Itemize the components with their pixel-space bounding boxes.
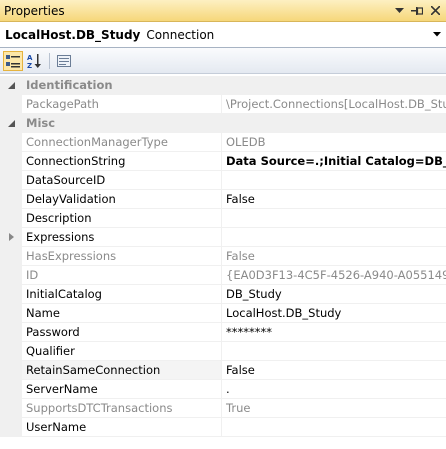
property-row-packagepath[interactable]: PackagePath \Project.Connections[LocalHo… (0, 95, 446, 114)
categorized-icon[interactable] (3, 50, 23, 71)
property-name: DelayValidation (22, 190, 222, 208)
property-row-expressions[interactable]: Expressions (0, 228, 446, 247)
property-value[interactable]: ******** (222, 323, 446, 341)
category-label: Identification (26, 78, 113, 92)
property-name: DataSourceID (22, 171, 222, 189)
property-name: SupportsDTCTransactions (22, 399, 222, 417)
category-identification[interactable]: Identification (0, 76, 446, 95)
selected-object-type: Connection (146, 27, 215, 42)
close-icon[interactable] (428, 4, 442, 18)
properties-titlebar: Properties (0, 0, 446, 22)
property-row-delayvalidation[interactable]: DelayValidation False (0, 190, 446, 209)
property-value[interactable]: \Project.Connections[LocalHost.DB_Study (222, 95, 446, 113)
property-name: ConnectionManagerType (22, 133, 222, 151)
property-value[interactable] (222, 342, 446, 360)
property-row-description[interactable]: Description (0, 209, 446, 228)
property-value[interactable] (222, 171, 446, 189)
property-value[interactable]: DB_Study (222, 285, 446, 303)
property-name: ID (22, 266, 222, 284)
property-name: HasExpressions (22, 247, 222, 265)
collapse-triangle-icon[interactable] (0, 114, 22, 132)
property-row-qualifier[interactable]: Qualifier (0, 342, 446, 361)
pin-icon[interactable] (410, 4, 424, 18)
property-row-initialcatalog[interactable]: InitialCatalog DB_Study (0, 285, 446, 304)
property-value[interactable] (222, 228, 446, 246)
property-name: ConnectionString (22, 152, 222, 170)
alphabetical-sort-icon[interactable]: A Z (25, 51, 45, 71)
expand-triangle-icon[interactable] (0, 228, 22, 246)
property-name: UserName (22, 418, 222, 436)
property-value[interactable]: True (222, 399, 446, 417)
property-name: RetainSameConnection (22, 361, 222, 379)
window-menu-arrow-icon[interactable] (392, 4, 406, 18)
collapse-triangle-icon[interactable] (0, 76, 22, 94)
property-name: Password (22, 323, 222, 341)
property-value[interactable]: Data Source=.;Initial Catalog=DB_Study (222, 152, 446, 170)
property-name: Expressions (22, 228, 222, 246)
object-selector[interactable]: LocalHost.DB_Study Connection (0, 22, 446, 48)
svg-text:A: A (27, 54, 33, 62)
property-row-name[interactable]: Name LocalHost.DB_Study (0, 304, 446, 323)
property-name: Description (22, 209, 222, 227)
window-title: Properties (4, 3, 65, 18)
property-name: ServerName (22, 380, 222, 398)
property-value[interactable] (222, 209, 446, 227)
property-row-connectionstring[interactable]: ConnectionString Data Source=.;Initial C… (0, 152, 446, 171)
property-value[interactable]: LocalHost.DB_Study (222, 304, 446, 322)
property-name: Qualifier (22, 342, 222, 360)
property-grid: Identification PackagePath \Project.Conn… (0, 76, 446, 437)
property-value[interactable]: False (222, 361, 446, 379)
property-row-servername[interactable]: ServerName . (0, 380, 446, 399)
property-value[interactable]: . (222, 380, 446, 398)
property-row-hasexpressions[interactable]: HasExpressions False (0, 247, 446, 266)
selected-object-name: LocalHost.DB_Study (5, 27, 141, 42)
property-row-datasourceid[interactable]: DataSourceID (0, 171, 446, 190)
category-misc[interactable]: Misc (0, 114, 446, 133)
property-row-username[interactable]: UserName (0, 418, 446, 437)
property-row-password[interactable]: Password ******** (0, 323, 446, 342)
property-value[interactable]: False (222, 190, 446, 208)
property-row-retainsameconnection[interactable]: RetainSameConnection False (0, 361, 446, 380)
property-row-connectionmanagertype[interactable]: ConnectionManagerType OLEDB (0, 133, 446, 152)
property-value[interactable]: OLEDB (222, 133, 446, 151)
property-name: PackagePath (22, 95, 222, 113)
property-value[interactable]: False (222, 247, 446, 265)
properties-toolbar: A Z (0, 48, 446, 74)
property-pages-icon[interactable] (54, 51, 74, 71)
property-row-id[interactable]: ID {EA0D3F13-4C5F-4526-A940-A0551498BD (0, 266, 446, 285)
property-name: InitialCatalog (22, 285, 222, 303)
toolbar-separator (49, 52, 50, 69)
category-label: Misc (26, 116, 56, 130)
property-value[interactable] (222, 418, 446, 436)
property-value[interactable]: {EA0D3F13-4C5F-4526-A940-A0551498BD (222, 266, 446, 284)
property-name: Name (22, 304, 222, 322)
property-row-supportsdtctransactions[interactable]: SupportsDTCTransactions True (0, 399, 446, 418)
svg-text:Z: Z (27, 62, 32, 69)
chevron-down-icon[interactable] (428, 24, 446, 46)
